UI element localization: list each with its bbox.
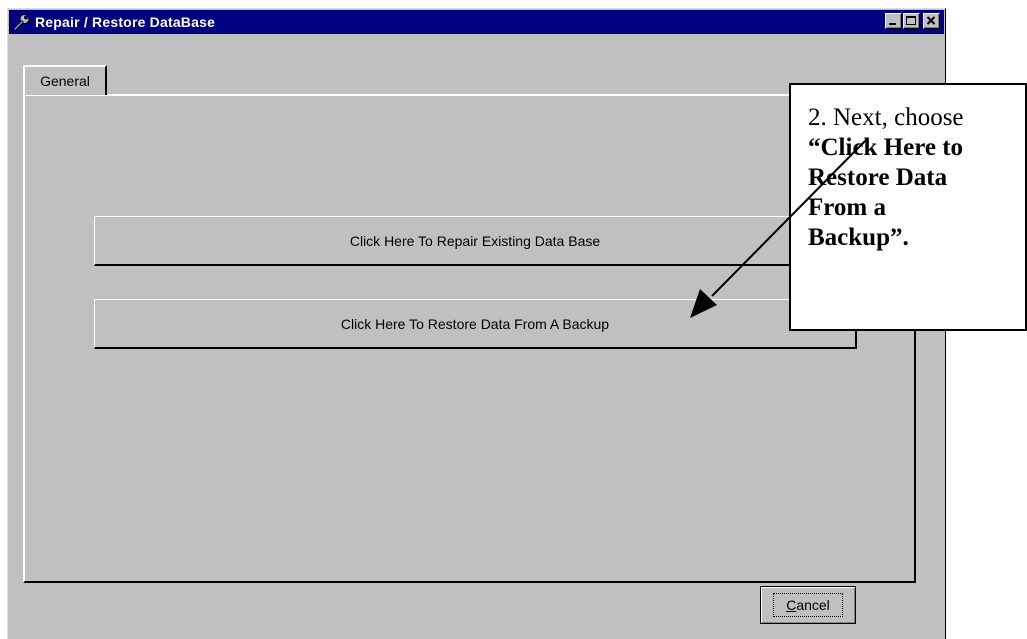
callout-line-4: From a: [808, 194, 886, 221]
instruction-callout: 2. Next, choose “Click Here to Restore D…: [789, 83, 1027, 331]
callout-line-5: Backup”.: [808, 224, 909, 251]
cancel-mnemonic: C: [786, 597, 797, 613]
minimize-button[interactable]: [885, 13, 902, 29]
callout-line-3: Restore Data: [808, 164, 948, 191]
cancel-label-rest: ancel: [796, 597, 830, 613]
maximize-icon: [906, 16, 916, 25]
minimize-icon: [889, 23, 896, 25]
cancel-button[interactable]: Cancel: [760, 586, 856, 624]
tab-general[interactable]: General: [23, 65, 107, 95]
title-bar[interactable]: Repair / Restore DataBase: [9, 10, 944, 34]
window-title: Repair / Restore DataBase: [35, 14, 216, 30]
close-icon: [926, 16, 936, 25]
callout-line-2: “Click Here to: [808, 134, 964, 161]
maximize-button[interactable]: [903, 13, 920, 29]
close-button[interactable]: [923, 13, 940, 29]
callout-line-1: 2. Next, choose: [808, 104, 964, 131]
cancel-button-label: Cancel: [773, 593, 843, 617]
repair-database-button[interactable]: Click Here To Repair Existing Data Base: [94, 216, 857, 266]
restore-backup-button[interactable]: Click Here To Restore Data From A Backup: [94, 299, 857, 349]
wrench-icon: [11, 11, 33, 33]
